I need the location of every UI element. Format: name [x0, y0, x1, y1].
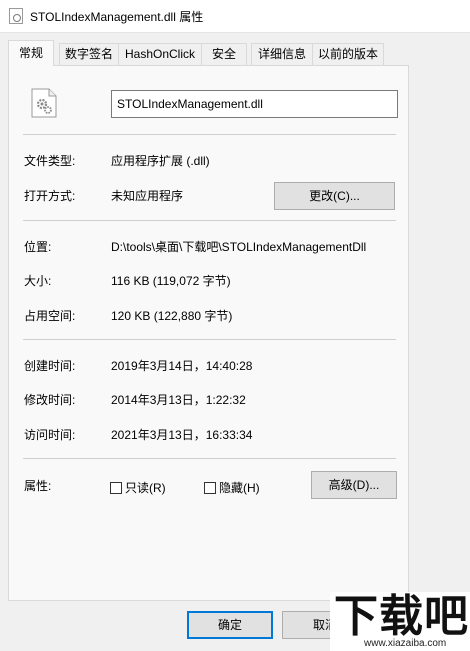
modified-label: 修改时间: [24, 393, 76, 407]
file-type-value: 应用程序扩展 (.dll) [111, 154, 210, 168]
dll-file-icon [9, 8, 23, 24]
tab-digital-signatures[interactable]: 数字签名 [59, 43, 119, 65]
watermark-url: www.xiazaiba.com [364, 638, 447, 649]
location-value: D:\tools\桌面\下载吧\STOLIndexManagementDll [111, 240, 367, 254]
tab-security[interactable]: 安全 [201, 43, 247, 65]
change-button[interactable]: 更改(C)... [274, 182, 395, 210]
advanced-button[interactable]: 高级(D)... [311, 471, 397, 499]
watermark-logo-text: 下载吧 [334, 592, 469, 642]
size-label: 大小: [24, 274, 52, 288]
site-watermark: 下载吧 www.xiazaiba.com [330, 592, 470, 651]
separator [23, 134, 396, 135]
file-name-field[interactable]: STOLIndexManagement.dll [111, 90, 398, 118]
size-value: 116 KB (119,072 字节) [111, 274, 231, 288]
location-label: 位置: [24, 240, 52, 254]
opens-with-value: 未知应用程序 [111, 189, 184, 203]
accessed-label: 访问时间: [24, 428, 76, 442]
hidden-checkbox-box[interactable] [204, 481, 216, 494]
readonly-checkbox-box[interactable] [110, 481, 122, 494]
modified-value: 2014年3月13日，1:22:32 [111, 393, 246, 407]
separator [23, 220, 396, 221]
hidden-checkbox[interactable]: 隐藏(H) [204, 479, 260, 496]
file-type-label: 文件类型: [24, 154, 76, 168]
created-label: 创建时间: [24, 359, 76, 373]
size-on-disk-label: 占用空间: [24, 309, 76, 323]
tab-details[interactable]: 详细信息 [251, 43, 313, 65]
readonly-checkbox[interactable]: 只读(R) [110, 479, 166, 496]
window-title: STOLIndexManagement.dll 属性 [30, 10, 204, 24]
separator [23, 339, 396, 340]
title-bar[interactable]: STOLIndexManagement.dll 属性 [0, 0, 470, 33]
tab-previous-versions[interactable]: 以前的版本 [312, 43, 384, 65]
ok-button[interactable]: 确定 [187, 611, 273, 639]
hidden-checkbox-label: 隐藏(H) [219, 481, 260, 495]
created-value: 2019年3月14日，14:40:28 [111, 359, 253, 373]
readonly-checkbox-label: 只读(R) [125, 481, 166, 495]
attributes-label: 属性: [24, 479, 52, 493]
accessed-value: 2021年3月13日，16:33:34 [111, 428, 253, 442]
tab-general[interactable]: 常规 [8, 40, 54, 66]
size-on-disk-value: 120 KB (122,880 字节) [111, 309, 233, 323]
general-tab-panel: STOLIndexManagement.dll 文件类型: 应用程序扩展 (.d… [8, 65, 409, 601]
tab-hashonclick[interactable]: HashOnClick [118, 43, 202, 65]
dll-settings-file-icon [31, 88, 57, 118]
opens-with-label: 打开方式: [24, 189, 76, 203]
separator [23, 458, 396, 459]
